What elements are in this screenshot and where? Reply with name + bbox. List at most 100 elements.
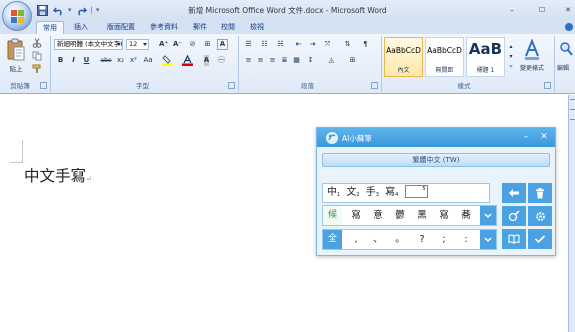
- group-divider: [238, 36, 239, 92]
- decrease-indent-button[interactable]: ⇤: [293, 39, 304, 50]
- tab-view[interactable]: 檢視: [244, 21, 270, 34]
- style-heading-1[interactable]: AaB 標題 1: [466, 37, 505, 77]
- candidate-item[interactable]: 蕎: [455, 206, 477, 225]
- grow-font-button[interactable]: A⁺: [158, 39, 169, 50]
- close-button[interactable]: ✕: [561, 3, 575, 16]
- align-left-button[interactable]: ≡: [243, 55, 254, 66]
- align-center-button[interactable]: ≡: [255, 55, 266, 66]
- tab-home[interactable]: 常用: [36, 21, 64, 34]
- borders-button[interactable]: ⊞: [347, 55, 358, 66]
- format-painter-icon[interactable]: [32, 64, 42, 74]
- style-no-spacing[interactable]: AaBbCcD 無間距: [425, 37, 464, 77]
- character-shading-button[interactable]: A: [201, 55, 212, 66]
- enclose-characters-button[interactable]: ㊀: [216, 55, 227, 66]
- multilevel-list-button[interactable]: ☵: [275, 39, 286, 50]
- title-bar: ▾ | ▾ 新增 Microsoft Office Word 文件.docx -…: [0, 0, 575, 31]
- ime-check-button[interactable]: [528, 229, 552, 249]
- bold-button[interactable]: B: [55, 55, 66, 66]
- ime-char: 手: [365, 187, 376, 198]
- styles-gallery-scroll[interactable]: ▴ ▾ ▿: [507, 38, 515, 76]
- align-right-button[interactable]: ≡: [267, 55, 278, 66]
- page-margin-marker: [22, 140, 23, 162]
- candidate-item[interactable]: 寫: [433, 206, 455, 225]
- ime-handwriting-button[interactable]: [502, 206, 526, 226]
- highlight-button[interactable]: [160, 55, 174, 66]
- justify-button[interactable]: ≣: [279, 55, 290, 66]
- punctuation-item[interactable]: ,: [345, 230, 367, 249]
- document-body-text[interactable]: 中文手寫↵: [24, 164, 92, 186]
- clipboard-dialog-launcher[interactable]: [40, 82, 47, 89]
- tab-insert[interactable]: 插入: [68, 21, 94, 34]
- ime-minimize-button[interactable]: –: [521, 131, 531, 143]
- distributed-button[interactable]: ▦: [291, 55, 302, 66]
- font-name-value: 新細明體 (本文中文字): [57, 40, 123, 48]
- underline-button[interactable]: U: [81, 55, 92, 66]
- chevron-up-icon: ▴: [509, 43, 513, 50]
- subscript-button[interactable]: x₂: [115, 55, 126, 66]
- minimize-button[interactable]: –: [505, 3, 519, 16]
- punctuation-item[interactable]: 、: [367, 230, 389, 249]
- tab-review[interactable]: 校閱: [215, 21, 241, 34]
- paragraph-dialog-launcher[interactable]: [371, 82, 378, 89]
- superscript-button[interactable]: x²: [128, 55, 139, 66]
- ime-language-mode[interactable]: 繁體中文 (TW): [322, 153, 550, 167]
- ime-char: 寫: [385, 187, 396, 198]
- copy-icon[interactable]: [32, 51, 42, 61]
- maximize-button[interactable]: ☐: [535, 3, 549, 16]
- tab-page-layout[interactable]: 版面配置: [101, 21, 141, 34]
- handwriting-ime-panel[interactable]: AI小蘇筆 – ✕ 繁體中文 (TW) 中1 文2 手3 寫4 5 候 寫 意 …: [316, 127, 556, 256]
- ime-composition-field[interactable]: 中1 文2 手3 寫4 5: [322, 183, 490, 203]
- sort-button[interactable]: ⇅: [342, 39, 353, 50]
- candidate-item[interactable]: 寫: [345, 206, 367, 225]
- punctuation-item[interactable]: ?: [411, 230, 433, 249]
- punctuation-item[interactable]: ;: [433, 230, 455, 249]
- font-dialog-launcher[interactable]: [228, 82, 235, 89]
- punctuation-item[interactable]: 。: [389, 230, 411, 249]
- punctuation-item[interactable]: :: [455, 230, 477, 249]
- align-right-icon: ≡: [269, 56, 276, 64]
- tab-mailings[interactable]: 郵件: [187, 21, 213, 34]
- fullwidth-toggle[interactable]: 全: [323, 230, 342, 249]
- back-arrow-icon: [509, 189, 519, 197]
- show-hide-marks-button[interactable]: ¶: [360, 39, 371, 50]
- line-spacing-button[interactable]: ↕: [305, 55, 316, 66]
- ime-close-button[interactable]: ✕: [539, 131, 549, 143]
- tab-references[interactable]: 參考資料: [144, 21, 184, 34]
- change-case-button[interactable]: Aa: [141, 55, 155, 66]
- font-name-box[interactable]: 新細明體 (本文中文字): [54, 39, 123, 50]
- change-styles-button[interactable]: 變更樣式: [518, 37, 546, 77]
- numbering-button[interactable]: ☷: [259, 39, 270, 50]
- font-color-button[interactable]: [180, 55, 194, 66]
- character-border-button[interactable]: A: [217, 39, 228, 50]
- ime-title-bar[interactable]: AI小蘇筆 – ✕: [317, 128, 555, 147]
- style-normal[interactable]: AaBbCcD 內文: [384, 37, 423, 77]
- ime-settings-button[interactable]: [528, 206, 552, 226]
- cut-icon[interactable]: [32, 38, 42, 48]
- candidate-item[interactable]: 意: [367, 206, 389, 225]
- ime-delete-button[interactable]: [528, 183, 552, 203]
- paste-button[interactable]: 貼上: [3, 37, 29, 77]
- ime-insert-cursor[interactable]: 5: [404, 184, 428, 198]
- candidate-more-button[interactable]: [480, 206, 496, 225]
- styles-dialog-launcher[interactable]: [544, 82, 551, 89]
- phonetic-guide-button[interactable]: ⊞: [202, 39, 213, 50]
- candidate-item[interactable]: 鬱: [389, 206, 411, 225]
- candidate-item[interactable]: 黑: [411, 206, 433, 225]
- italic-button[interactable]: I: [68, 55, 79, 66]
- character-border-icon: A: [219, 40, 226, 48]
- shading-button[interactable]: ◬: [326, 55, 337, 66]
- ime-backspace-button[interactable]: [502, 183, 526, 203]
- office-button[interactable]: [2, 1, 32, 31]
- strikethrough-button[interactable]: abe: [99, 55, 113, 66]
- document-text: 中文手寫: [24, 167, 87, 185]
- punctuation-more-button[interactable]: [480, 230, 496, 249]
- bullets-button[interactable]: ☰: [243, 39, 254, 50]
- chinese-layout-button[interactable]: ⤧: [322, 39, 333, 50]
- shrink-font-button[interactable]: A⁻: [172, 39, 183, 50]
- help-icon[interactable]: [565, 23, 573, 31]
- font-size-box[interactable]: 12: [126, 39, 149, 50]
- clear-formatting-button[interactable]: ⊘: [187, 39, 198, 50]
- editing-button[interactable]: 編輯: [557, 37, 575, 77]
- ime-dictionary-button[interactable]: [502, 229, 526, 249]
- increase-indent-button[interactable]: ⇥: [307, 39, 318, 50]
